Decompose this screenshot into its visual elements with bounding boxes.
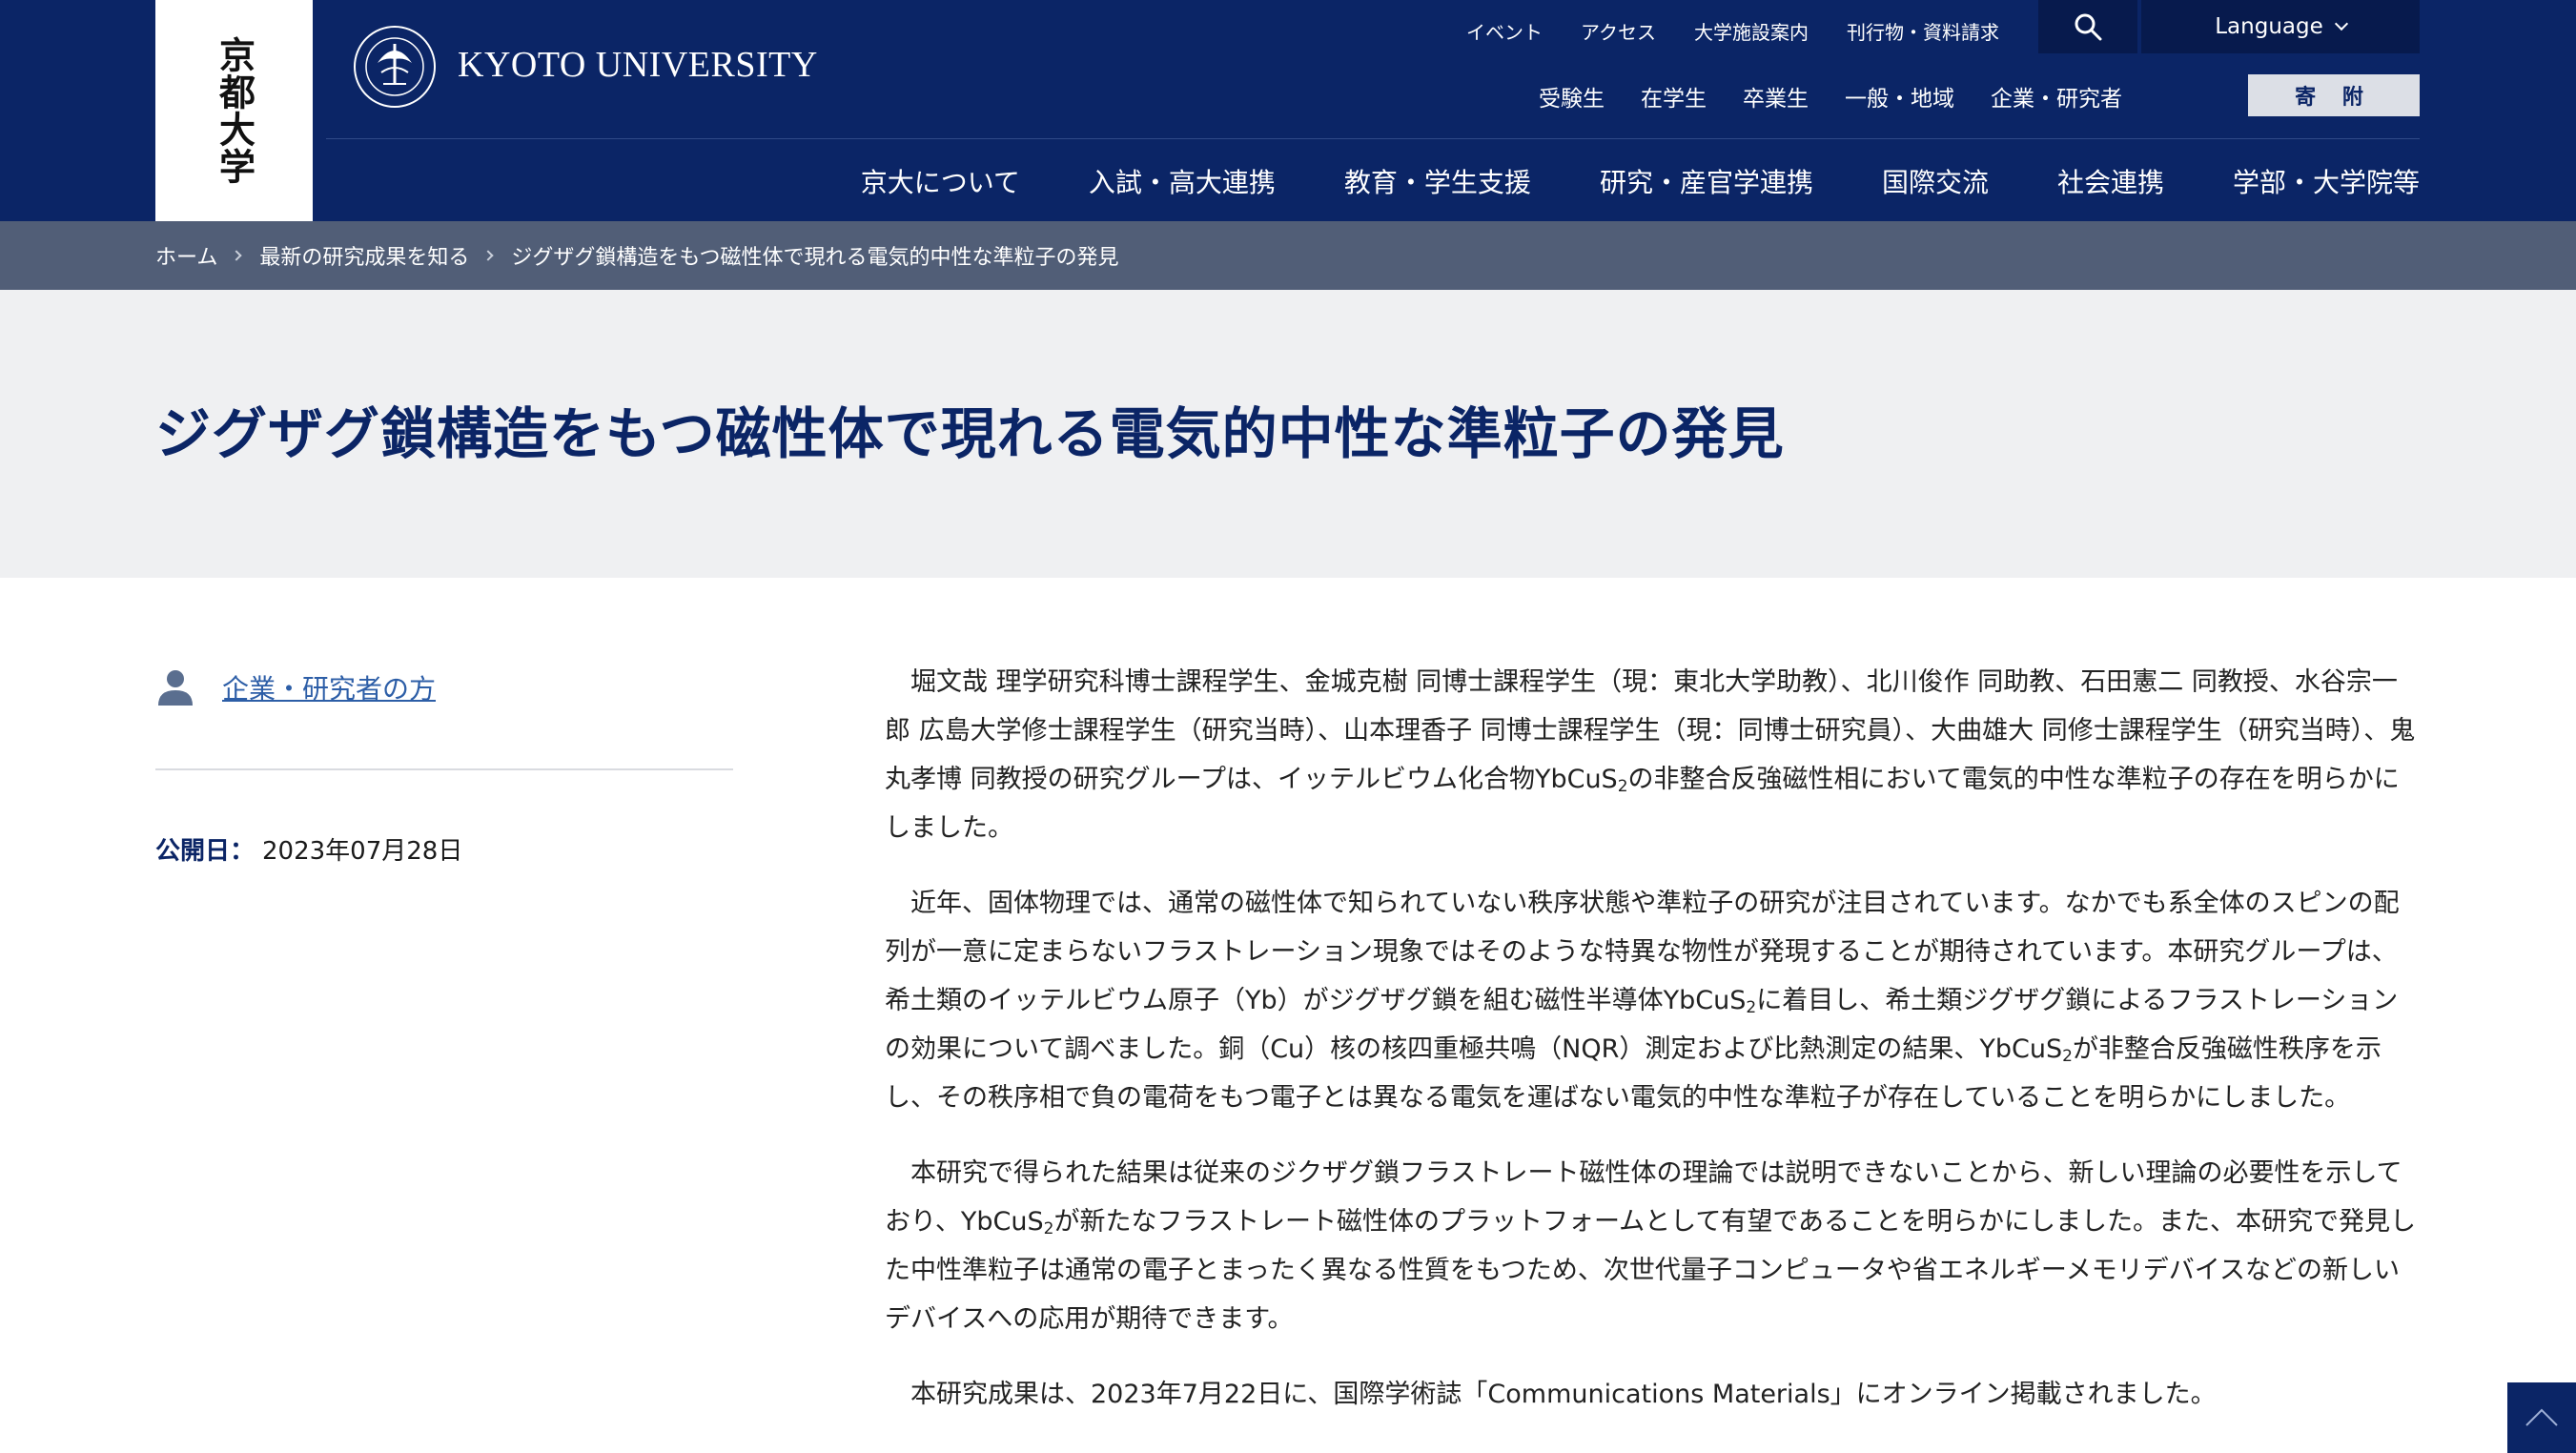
main-nav-community[interactable]: 社会連携	[2057, 162, 2164, 200]
language-button[interactable]: Language	[2141, 0, 2420, 53]
audience-tag[interactable]: 企業・研究者の方	[155, 667, 436, 707]
main-nav-about[interactable]: 京大について	[861, 162, 1020, 200]
main-nav-faculties[interactable]: 学部・大学院等	[2233, 162, 2420, 200]
audience-link-alumni[interactable]: 卒業生	[1743, 80, 1809, 113]
person-icon	[158, 670, 193, 706]
publish-date: 公開日： 2023年07月28日	[155, 831, 462, 867]
util-link-facilities[interactable]: 大学施設案内	[1694, 17, 1809, 45]
utility-nav: イベント アクセス 大学施設案内 刊行物・資料請求	[1466, 17, 1999, 45]
util-link-events[interactable]: イベント	[1466, 17, 1543, 45]
article-paragraph: 堀文哉 理学研究科博士課程学生、金城克樹 同博士課程学生（現：東北大学助教）、北…	[885, 667, 2416, 843]
main-nav-international[interactable]: 国際交流	[1882, 162, 1989, 200]
audience-nav: 受験生 在学生 卒業生 一般・地域 企業・研究者	[1539, 80, 2122, 113]
university-emblem-icon[interactable]	[353, 25, 437, 109]
main-nav-admissions[interactable]: 入試・高大連携	[1089, 162, 1276, 200]
chevron-up-icon	[2525, 1408, 2558, 1426]
audience-link[interactable]: 企業・研究者の方	[222, 668, 436, 706]
audience-link-students[interactable]: 在学生	[1641, 80, 1707, 113]
article-paragraph: 近年、固体物理では、通常の磁性体で知られていない秩序状態や準粒子の研究が注目され…	[885, 889, 2400, 1113]
back-to-top-button[interactable]	[2507, 1382, 2576, 1453]
header-divider	[326, 138, 2420, 139]
publish-date-value: 2023年07月28日	[262, 837, 463, 866]
breadcrumb-research-news[interactable]: 最新の研究成果を知る	[259, 240, 469, 271]
publish-date-label: 公開日：	[155, 837, 256, 866]
util-link-access[interactable]: アクセス	[1581, 17, 1656, 45]
audience-link-applicants[interactable]: 受験生	[1539, 80, 1605, 113]
breadcrumb-current: ジグザグ鎖構造をもつ磁性体で現れる電気的中性な準粒子の発見	[511, 246, 1119, 270]
page-title: ジグザグ鎖構造をもつ磁性体で現れる電気的中性な準粒子の発見	[155, 401, 1785, 466]
logo-vertical-text: 京都大学	[213, 36, 256, 185]
article-body: 堀文哉 理学研究科博士課程学生、金城克樹 同博士課程学生（現：東北大学助教）、北…	[885, 658, 2422, 1445]
breadcrumb-home[interactable]: ホーム	[155, 240, 217, 271]
search-button[interactable]	[2038, 0, 2137, 53]
chevron-down-icon	[2334, 16, 2348, 31]
main-nav-education[interactable]: 教育・学生支援	[1344, 162, 1531, 200]
breadcrumb: ホーム 最新の研究成果を知る ジグザグ鎖構造をもつ磁性体で現れる電気的中性な準粒…	[0, 221, 2576, 290]
chevron-right-icon	[482, 250, 495, 261]
main-nav-research[interactable]: 研究・産官学連携	[1600, 162, 1813, 200]
audience-link-researchers[interactable]: 企業・研究者	[1991, 80, 2122, 113]
article-paragraph: 本研究成果は、2023年7月22日に、国際学術誌「Communications …	[910, 1380, 2217, 1409]
search-icon	[2075, 13, 2102, 41]
university-wordmark[interactable]: KYOTO UNIVERSITY	[458, 44, 818, 86]
chevron-right-icon	[231, 250, 243, 261]
main-nav: 京大について 入試・高大連携 教育・学生支援 研究・産官学連携 国際交流 社会連…	[861, 162, 2420, 200]
article-paragraph: 本研究で得られた結果は従来のジクザグ鎖フラストレート磁性体の理論では説明できない…	[885, 1158, 2417, 1334]
site-logo[interactable]: 京都大学	[155, 0, 313, 221]
audience-link-public[interactable]: 一般・地域	[1845, 80, 1954, 113]
donate-button[interactable]: 寄 附	[2248, 74, 2420, 116]
site-header: 京都大学 KYOTO UNIVERSITY イベント アクセス 大学施設案内 刊…	[0, 0, 2576, 221]
util-link-publications[interactable]: 刊行物・資料請求	[1847, 17, 1999, 45]
language-label: Language	[2215, 14, 2323, 39]
sidebar-divider	[155, 768, 733, 770]
